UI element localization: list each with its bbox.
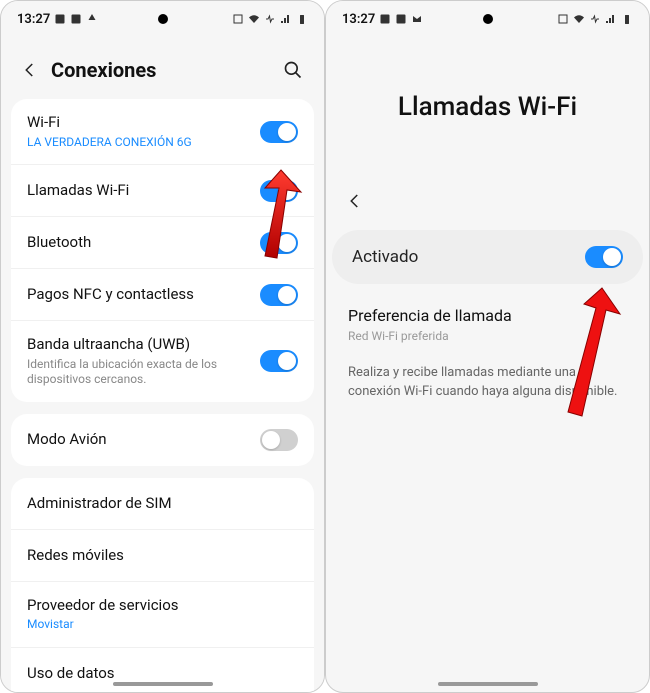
back-button[interactable] xyxy=(19,59,41,81)
nfc-icon xyxy=(232,13,244,25)
row-sim[interactable]: Administrador de SIM xyxy=(11,478,314,530)
settings-group: Modo Avión xyxy=(11,414,314,466)
battery-icon xyxy=(621,13,633,25)
row-bluetooth[interactable]: Bluetooth xyxy=(11,217,314,269)
status-icon xyxy=(54,13,66,25)
signal-icon xyxy=(280,13,292,25)
status-icon xyxy=(411,13,423,25)
status-time: 13:27 xyxy=(342,12,375,27)
search-button[interactable] xyxy=(280,57,306,83)
activated-row[interactable]: Activado xyxy=(332,230,643,284)
toggle-switch[interactable] xyxy=(260,121,298,143)
nav-handle[interactable] xyxy=(438,682,538,686)
camera-notch xyxy=(483,14,493,24)
row-title: Proveedor de servicios xyxy=(27,596,298,616)
row-subtitle: Movistar xyxy=(27,617,298,633)
row-title: Administrador de SIM xyxy=(27,494,298,514)
back-button[interactable] xyxy=(344,190,366,212)
toggle-switch[interactable] xyxy=(260,429,298,451)
call-preference-row[interactable]: Preferencia de llamada Red Wi-Fi preferi… xyxy=(326,302,649,358)
row-subtitle: LA VERDADERA CONEXIÓN 6G xyxy=(27,135,260,151)
row-nfc[interactable]: Pagos NFC y contactless xyxy=(11,269,314,321)
toggle-switch[interactable] xyxy=(260,232,298,254)
status-icon xyxy=(395,13,407,25)
toggle-switch[interactable] xyxy=(585,246,623,268)
row-title: Llamadas Wi-Fi xyxy=(27,181,260,201)
row-wifi-calling[interactable]: Llamadas Wi-Fi xyxy=(11,165,314,217)
row-title: Banda ultraancha (UWB) xyxy=(27,335,260,355)
phone-right: 13:27 Llamadas Wi-Fi Activado Preferenci… xyxy=(325,0,650,693)
settings-group: Wi-Fi LA VERDADERA CONEXIÓN 6G Llamadas … xyxy=(11,99,314,402)
toggle-switch[interactable] xyxy=(260,284,298,306)
nav-handle[interactable] xyxy=(113,682,213,686)
phone-left: 13:27 Conexiones Wi-Fi LA VERDA xyxy=(0,0,325,693)
page-header: Conexiones xyxy=(1,37,324,93)
status-icon xyxy=(379,13,391,25)
row-uwb[interactable]: Banda ultraancha (UWB) Identifica la ubi… xyxy=(11,321,314,402)
page-title: Conexiones xyxy=(51,58,280,82)
row-title: Uso de datos xyxy=(27,664,298,684)
row-mobile-networks[interactable]: Redes móviles xyxy=(11,530,314,582)
row-subtitle: Red Wi-Fi preferida xyxy=(348,329,627,345)
row-title: Pagos NFC y contactless xyxy=(27,285,260,305)
status-icon xyxy=(86,13,98,25)
row-title: Redes móviles xyxy=(27,546,298,566)
status-icon xyxy=(70,13,82,25)
status-time: 13:27 xyxy=(17,12,50,27)
row-title: Modo Avión xyxy=(27,430,260,450)
battery-icon xyxy=(296,13,308,25)
row-title: Wi-Fi xyxy=(27,113,260,133)
volte-icon xyxy=(264,13,276,25)
nfc-icon xyxy=(557,13,569,25)
signal-icon xyxy=(605,13,617,25)
row-service-provider[interactable]: Proveedor de servicios Movistar xyxy=(11,582,314,648)
page-title: Llamadas Wi-Fi xyxy=(326,37,649,182)
row-airplane[interactable]: Modo Avión xyxy=(11,414,314,466)
settings-group: Administrador de SIM Redes móviles Prove… xyxy=(11,478,314,692)
row-title: Preferencia de llamada xyxy=(348,306,627,327)
row-subtitle: Identifica la ubicación exacta de los di… xyxy=(27,357,260,388)
description-text: Realiza y recibe llamadas mediante una c… xyxy=(326,358,649,406)
row-wifi[interactable]: Wi-Fi LA VERDADERA CONEXIÓN 6G xyxy=(11,99,314,165)
row-title: Bluetooth xyxy=(27,233,260,253)
back-row xyxy=(326,182,649,230)
activated-label: Activado xyxy=(352,246,585,268)
settings-content: Wi-Fi LA VERDADERA CONEXIÓN 6G Llamadas … xyxy=(1,93,324,692)
wifi-icon xyxy=(248,13,260,25)
wifi-icon xyxy=(573,13,585,25)
toggle-switch[interactable] xyxy=(260,180,298,202)
volte-icon xyxy=(589,13,601,25)
camera-notch xyxy=(158,14,168,24)
toggle-switch[interactable] xyxy=(260,350,298,372)
